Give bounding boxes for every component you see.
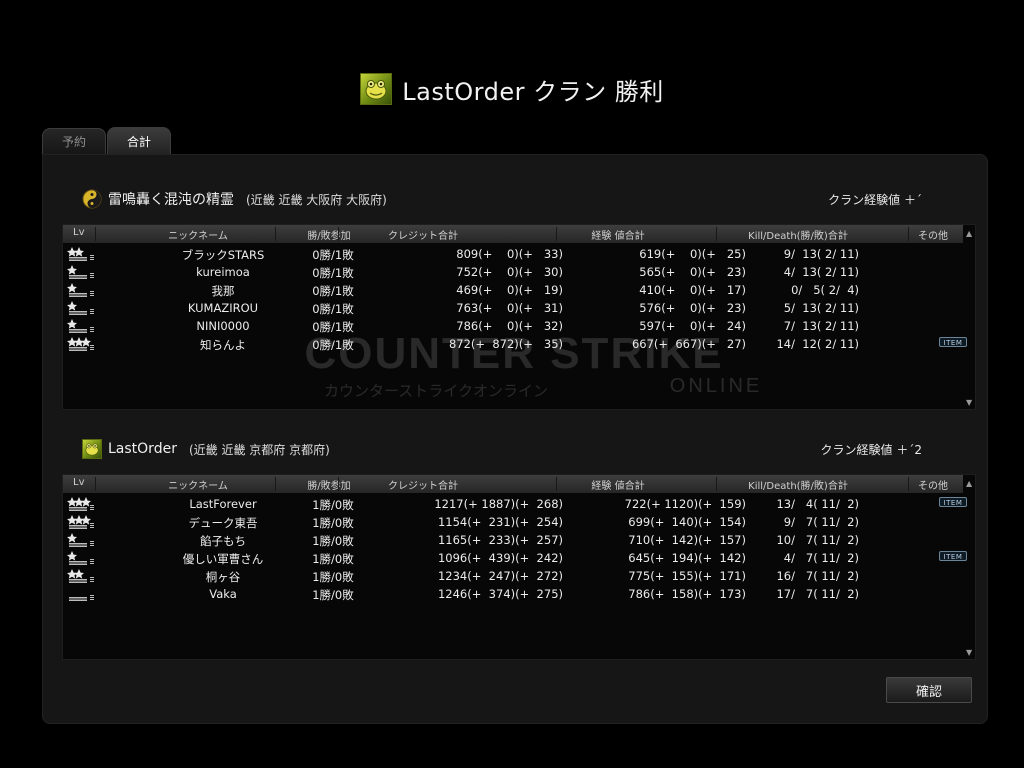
rank-insignia-icon bbox=[67, 300, 95, 316]
scrollbar[interactable]: ▲ ▼ bbox=[965, 225, 975, 409]
col-nickname: ニックネーム bbox=[168, 481, 228, 492]
player-exp: 410(+ 0)(+ 17) bbox=[639, 283, 746, 297]
item-badge[interactable]: ITEM bbox=[939, 551, 967, 561]
rank-insignia-icon bbox=[67, 514, 95, 530]
player-exp: 565(+ 0)(+ 23) bbox=[639, 265, 746, 279]
player-credit: 1154(+ 231)(+ 254) bbox=[437, 515, 563, 529]
title-text: LastOrder クラン 勝利 bbox=[402, 77, 664, 106]
table-row[interactable]: 餡子もち 1勝/0敗 1165(+ 233)(+ 257) 710(+ 142)(+ … bbox=[63, 531, 963, 549]
scroll-down-icon[interactable]: ▼ bbox=[966, 398, 972, 407]
scroll-down-icon[interactable]: ▼ bbox=[966, 648, 972, 657]
player-kill-death: 16/ 7( 11/ 2) bbox=[776, 569, 859, 583]
player-exp: 775(+ 155)(+ 171) bbox=[628, 569, 746, 583]
col-other: その他 bbox=[918, 231, 948, 242]
player-credit: 1246(+ 374)(+ 275) bbox=[437, 587, 563, 601]
col-kd: Kill/Death(勝/敗)合計 bbox=[748, 481, 848, 492]
player-credit: 1234(+ 247)(+ 272) bbox=[437, 569, 563, 583]
col-other: その他 bbox=[918, 481, 948, 492]
clan-exp-label: クラン経験値 ＋´2 bbox=[820, 442, 922, 457]
player-kill-death: 10/ 7( 11/ 2) bbox=[776, 533, 859, 547]
frog-emblem-icon bbox=[82, 439, 102, 459]
player-kill-death: 4/ 13( 2/ 11) bbox=[783, 265, 859, 279]
rank-insignia-icon bbox=[67, 282, 95, 298]
frog-emblem-icon bbox=[360, 73, 393, 105]
yin-yang-icon bbox=[82, 189, 102, 209]
table-row[interactable]: デューク東吾 1勝/0敗 1154(+ 231)(+ 254) 699(+ 140)(… bbox=[63, 513, 963, 531]
rank-insignia-icon bbox=[67, 568, 95, 584]
clan-name: 雷鳴轟く混沌の精霊 bbox=[108, 192, 234, 208]
rank-insignia-icon bbox=[67, 532, 95, 548]
rank-insignia-icon bbox=[67, 336, 95, 352]
clan-table-2: Lv ニックネーム 勝/敗参加 クレジット合計 経験 値合計 Kill/Deat… bbox=[62, 474, 976, 660]
rank-insignia-icon bbox=[67, 264, 95, 280]
player-exp: 667(+ 667)(+ 27) bbox=[631, 337, 746, 351]
player-exp: 722(+ 1120)(+ 159) bbox=[624, 497, 746, 511]
player-credit: 809(+ 0)(+ 33) bbox=[456, 247, 563, 261]
rank-insignia-icon bbox=[67, 246, 95, 262]
rank-insignia-icon bbox=[67, 586, 95, 602]
player-exp: 710(+ 142)(+ 157) bbox=[628, 533, 746, 547]
player-kill-death: 7/ 13( 2/ 11) bbox=[783, 319, 859, 333]
col-nickname: ニックネーム bbox=[168, 231, 228, 242]
table-row[interactable]: NINI0000 0勝/1敗 786(+ 0)(+ 32) 597(+ 0)(+ 24… bbox=[63, 317, 963, 335]
clan-table-1: Lv ニックネーム 勝/敗参加 クレジット合計 経験 値合計 Kill/Deat… bbox=[62, 224, 976, 410]
clan-name: LastOrder bbox=[108, 441, 177, 457]
col-credit: クレジット合計 bbox=[388, 231, 458, 242]
scrollbar[interactable]: ▲ ▼ bbox=[965, 475, 975, 659]
tab-total[interactable]: 合計 bbox=[107, 127, 171, 155]
player-exp: 645(+ 194)(+ 142) bbox=[628, 551, 746, 565]
clan-region: (近畿 近畿 大阪府 大阪府) bbox=[246, 192, 387, 207]
player-credit: 1217(+ 1887)(+ 268) bbox=[434, 497, 563, 511]
table-row[interactable]: 優しい軍曹さん 1勝/0敗 1096(+ 439)(+ 242) 645(+ 194)… bbox=[63, 549, 967, 567]
player-kill-death: 14/ 12( 2/ 11) bbox=[776, 337, 859, 351]
player-kill-death: 17/ 7( 11/ 2) bbox=[776, 587, 859, 601]
col-exp: 経験 値合計 bbox=[591, 231, 645, 242]
col-exp: 経験 値合計 bbox=[591, 481, 645, 492]
table-row[interactable]: 知らんよ 0勝/1敗 872(+ 872)(+ 35) 667(+ 667)(+ 27… bbox=[63, 335, 967, 353]
table-row[interactable]: 我那 0勝/1敗 469(+ 0)(+ 19) 410(+ 0)(+ 17) 0/ 5(… bbox=[63, 281, 963, 299]
item-badge[interactable]: ITEM bbox=[939, 497, 967, 507]
player-credit: 786(+ 0)(+ 32) bbox=[456, 319, 563, 333]
scroll-up-icon[interactable]: ▲ bbox=[966, 479, 972, 488]
player-credit: 763(+ 0)(+ 31) bbox=[456, 301, 563, 315]
player-kill-death: 9/ 7( 11/ 2) bbox=[783, 515, 859, 529]
confirm-button[interactable]: 確認 bbox=[886, 677, 972, 703]
table-row[interactable]: KUMAZIROU 0勝/1敗 763(+ 0)(+ 31) 576(+ 0)(+ 2… bbox=[63, 299, 963, 317]
table-row[interactable]: kureimoa 0勝/1敗 752(+ 0)(+ 30) 565(+ 0)(+ 23… bbox=[63, 263, 963, 281]
table-row[interactable]: ブラックSTARS 0勝/1敗 809(+ 0)(+ 33) 619(+ 0)(+ 2… bbox=[63, 245, 963, 263]
player-exp: 576(+ 0)(+ 23) bbox=[639, 301, 746, 315]
player-kill-death: 0/ 5( 2/ 4) bbox=[791, 283, 859, 297]
player-credit: 469(+ 0)(+ 19) bbox=[456, 283, 563, 297]
player-credit: 1096(+ 439)(+ 242) bbox=[437, 551, 563, 565]
scroll-up-icon[interactable]: ▲ bbox=[966, 229, 972, 238]
table-row[interactable]: LastForever 1勝/0敗 1217(+ 1887)(+ 268) 722(+… bbox=[63, 495, 967, 513]
rank-insignia-icon bbox=[67, 496, 95, 512]
clan-header-2: LastOrder (近畿 近畿 京都府 京都府) クラン経験値 ＋´2 bbox=[82, 437, 942, 461]
player-credit: 872(+ 872)(+ 35) bbox=[448, 337, 563, 351]
table-row[interactable]: Vaka 1勝/0敗 1246(+ 374)(+ 275) 786(+ 158)(+ … bbox=[63, 585, 963, 603]
col-kd: Kill/Death(勝/敗)合計 bbox=[748, 231, 848, 242]
item-badge[interactable]: ITEM bbox=[939, 337, 967, 347]
clan-exp-label: クラン経験値 ＋´ bbox=[828, 192, 922, 207]
player-kill-death: 5/ 13( 2/ 11) bbox=[783, 301, 859, 315]
player-kill-death: 4/ 7( 11/ 2) bbox=[783, 551, 859, 565]
player-kill-death: 9/ 13( 2/ 11) bbox=[783, 247, 859, 261]
player-exp: 597(+ 0)(+ 24) bbox=[639, 319, 746, 333]
clan-header-1: 雷鳴轟く混沌の精霊 (近畿 近畿 大阪府 大阪府) クラン経験値 ＋´ bbox=[82, 187, 942, 211]
table-header: Lv ニックネーム 勝/敗参加 クレジット合計 経験 値合計 Kill/Deat… bbox=[63, 225, 963, 243]
result-title: LastOrder クラン 勝利 bbox=[0, 70, 1024, 108]
player-kill-death: 13/ 4( 11/ 2) bbox=[776, 497, 859, 511]
tab-reservation[interactable]: 予約 bbox=[42, 128, 106, 154]
player-exp: 699(+ 140)(+ 154) bbox=[628, 515, 746, 529]
table-row[interactable]: 桐ヶ谷 1勝/0敗 1234(+ 247)(+ 272) 775(+ 155)(+ 1… bbox=[63, 567, 963, 585]
table-header: Lv ニックネーム 勝/敗参加 クレジット合計 経験 値合計 Kill/Deat… bbox=[63, 475, 963, 493]
player-credit: 1165(+ 233)(+ 257) bbox=[437, 533, 563, 547]
rank-insignia-icon bbox=[67, 550, 95, 566]
rank-insignia-icon bbox=[67, 318, 95, 334]
player-exp: 786(+ 158)(+ 173) bbox=[628, 587, 746, 601]
player-credit: 752(+ 0)(+ 30) bbox=[456, 265, 563, 279]
clan-region: (近畿 近畿 京都府 京都府) bbox=[188, 442, 330, 457]
player-exp: 619(+ 0)(+ 25) bbox=[639, 247, 746, 261]
col-credit: クレジット合計 bbox=[388, 481, 458, 492]
